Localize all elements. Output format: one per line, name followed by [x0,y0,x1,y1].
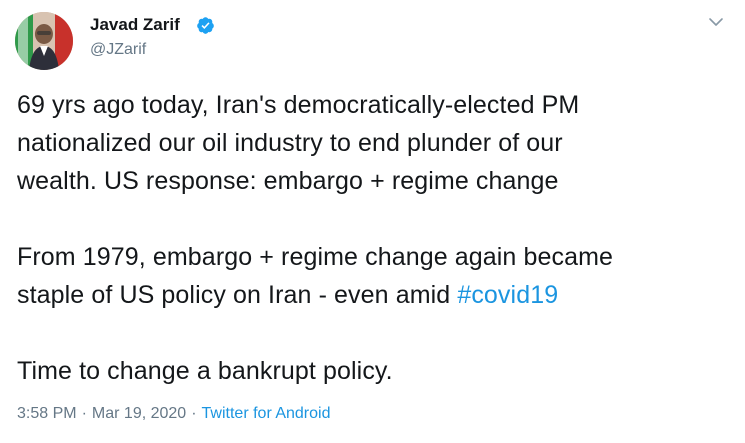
tweet-card: Javad Zarif @JZarif 69 yrs ago today, Ir… [0,0,745,443]
verified-badge-icon [197,17,214,34]
tweet-line: nationalized our oil industry to end plu… [17,129,563,157]
avatar[interactable] [15,12,73,70]
tweet-meta: 3:58 PM · Mar 19, 2020 · Twitter for Android [17,403,330,425]
meta-separator: · [81,405,87,422]
tweet-date[interactable]: Mar 19, 2020 [92,405,186,422]
meta-separator: · [191,405,197,422]
author-handle[interactable]: @JZarif [90,40,146,60]
tweet-line: Time to change a bankrupt policy. [17,357,393,385]
tweet-line: wealth. US response: embargo + regime ch… [17,167,559,195]
hashtag-link[interactable]: #covid19 [457,281,558,309]
profile-photo-icon [15,12,73,70]
tweet-source-link[interactable]: Twitter for Android [202,405,331,422]
chevron-down-icon [709,18,723,26]
author-name[interactable]: Javad Zarif [90,14,180,36]
tweet-line: From 1979, embargo + regime change again… [17,243,614,271]
tweet-paragraph: Time to change a bankrupt policy. [17,352,732,390]
tweet-menu-button[interactable] [704,10,728,34]
tweet-line: 69 yrs ago today, Iran's democratically-… [17,91,580,119]
tweet-text: 69 yrs ago today, Iran's democratically-… [17,86,732,390]
tweet-paragraph: From 1979, embargo + regime change again… [17,238,732,314]
tweet-paragraph: 69 yrs ago today, Iran's democratically-… [17,86,732,200]
tweet-line: staple of US policy on Iran - even amid [17,281,458,309]
tweet-time[interactable]: 3:58 PM [17,405,77,422]
